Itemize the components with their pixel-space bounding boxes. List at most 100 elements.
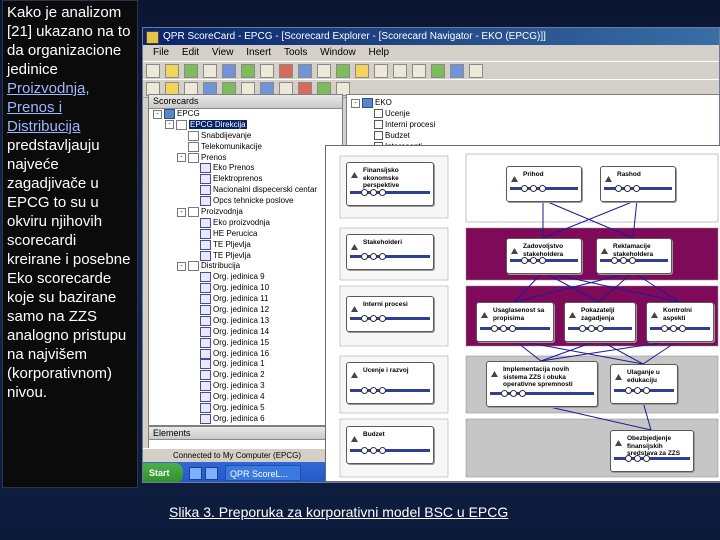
scorecard-node[interactable]: Org. jedinica 10	[149, 283, 342, 294]
scorecard-node[interactable]: Eko proizvodnja	[149, 217, 342, 229]
navigator-node[interactable]: Interni procesi	[347, 120, 719, 131]
strategy-node[interactable]: Stakeholderi	[346, 234, 434, 270]
node-type-icon	[614, 368, 623, 380]
strategy-node[interactable]: Obezbjedjenje finansijskih sredstava za …	[610, 430, 694, 472]
delete-icon[interactable]	[279, 64, 293, 78]
scorecard-node[interactable]: Telekomunikacije	[149, 141, 342, 153]
strategy-node[interactable]: Ucenje i razvoj	[346, 362, 434, 404]
indicator-light-icon	[361, 447, 368, 454]
scorecard-icon	[200, 294, 211, 305]
refresh-icon[interactable]	[355, 64, 369, 78]
scorecard-node[interactable]: - EPCG	[149, 109, 342, 120]
strategy-node[interactable]: Implementacija novih sistema ZZS i obuka…	[486, 361, 598, 407]
copy-icon[interactable]	[393, 64, 407, 78]
quicklaunch-icon[interactable]	[205, 467, 218, 480]
title-bar[interactable]: QPR ScoreCard - EPCG - [Scorecard Explor…	[143, 28, 719, 45]
navigator-icon[interactable]	[184, 64, 198, 78]
cut-icon[interactable]	[374, 64, 388, 78]
new-icon[interactable]	[146, 64, 160, 78]
scorecard-node[interactable]: TE Pljevlja	[149, 239, 342, 251]
strategy-node[interactable]: Ulaganje u edukaciju	[610, 364, 678, 404]
info-icon[interactable]	[450, 64, 464, 78]
strategy-node[interactable]: Zadovoljstvo stakeholdera	[506, 238, 582, 274]
strategy-node[interactable]: Prihod	[506, 166, 582, 202]
document-icon	[176, 119, 187, 130]
filter-icon[interactable]	[336, 64, 350, 78]
scorecard-node[interactable]: - Distribucija	[149, 261, 342, 272]
strategy-node[interactable]: Interni procesi	[346, 296, 434, 332]
scorecard-node[interactable]: Org. jedinica 16	[149, 348, 342, 360]
scorecard-node[interactable]: Org. jedinica 9	[149, 272, 342, 283]
indicator-light-icon	[611, 257, 618, 264]
scorecard-node[interactable]: Org. jedinica 4	[149, 392, 342, 403]
slide-text-highlight: Proizvodnja, Prenos i Distribucija	[7, 80, 90, 135]
scorecard-node[interactable]: Nacionalni dispecerski centar	[149, 185, 342, 196]
strategy-node[interactable]: Reklamacije stakeholdera	[596, 238, 672, 274]
navigator-node[interactable]: - EKO	[347, 98, 719, 109]
scorecard-node[interactable]: Org. jedinica 6	[149, 413, 342, 425]
scorecard-node-label: TE Pljevlja	[213, 239, 251, 249]
document-icon	[188, 152, 199, 163]
menu-window[interactable]: Window	[320, 45, 356, 61]
expand-collapse-icon[interactable]: -	[351, 98, 360, 108]
indicator-light-icon	[670, 325, 677, 332]
save-icon[interactable]	[203, 64, 217, 78]
strategy-node[interactable]: Budzet	[346, 426, 434, 464]
scorecard-node[interactable]: Elektroprenos	[149, 174, 342, 185]
scorecard-node[interactable]: Org. jedinica 12	[149, 305, 342, 316]
scorecard-node[interactable]: Org. jedinica 5	[149, 403, 342, 414]
expand-collapse-icon[interactable]: -	[177, 261, 186, 271]
strategy-node[interactable]: Pokazatelji zagadjenja	[564, 302, 636, 342]
menu-insert[interactable]: Insert	[246, 45, 271, 61]
strategy-node[interactable]: Rashod	[600, 166, 676, 202]
menu-tools[interactable]: Tools	[284, 45, 307, 61]
menu-edit[interactable]: Edit	[182, 45, 199, 61]
taskbar-app-button[interactable]: QPR ScoreL...	[225, 465, 301, 481]
expand-collapse-icon[interactable]: -	[177, 153, 186, 163]
tree-icon[interactable]	[241, 64, 255, 78]
menu-file[interactable]: File	[153, 45, 169, 61]
expand-collapse-icon[interactable]: -	[177, 207, 186, 217]
start-button[interactable]: Start	[143, 463, 183, 482]
link-icon[interactable]	[431, 64, 445, 78]
scorecard-node[interactable]: Org. jedinica 1	[149, 359, 342, 370]
node-type-icon	[568, 306, 577, 318]
navigator-node-label: Ucenje	[385, 108, 410, 118]
indicator-light-icon	[500, 325, 507, 332]
scorecard-node[interactable]: Org. jedinica 3	[149, 381, 342, 392]
scorecard-node[interactable]: - Prenos	[149, 152, 342, 164]
scorecard-node[interactable]: Org. jedinica 2	[149, 370, 342, 381]
navigator-node[interactable]: Ucenje	[347, 108, 719, 120]
scorecard-node[interactable]: Org. jedinica 13	[149, 315, 342, 327]
scorecard-node[interactable]: HE Perucica	[149, 228, 342, 240]
scorecard-icon	[200, 250, 211, 261]
hierarchy-icon[interactable]	[260, 64, 274, 78]
table-icon[interactable]	[317, 64, 331, 78]
scorecard-node[interactable]: Org. jedinica 14	[149, 326, 342, 338]
settings-icon[interactable]	[469, 64, 483, 78]
print-icon[interactable]	[222, 64, 236, 78]
chart-icon[interactable]	[298, 64, 312, 78]
menu-help[interactable]: Help	[369, 45, 390, 61]
scorecard-node[interactable]: Org. jedinica 15	[149, 337, 342, 349]
scorecard-node[interactable]: - EPCG Direkcija	[149, 119, 342, 131]
expand-collapse-icon[interactable]: -	[165, 120, 174, 130]
strategy-node[interactable]: Usaglasenost sa propisima	[476, 302, 554, 342]
paste-icon[interactable]	[412, 64, 426, 78]
scorecard-node[interactable]: - Proizvodnja	[149, 207, 342, 218]
scorecard-node[interactable]: Snabdijevanje	[149, 130, 342, 142]
scorecard-node[interactable]: Org. jedinica 11	[149, 294, 342, 305]
quicklaunch-icon[interactable]	[189, 467, 202, 480]
expand-collapse-icon[interactable]: -	[153, 109, 162, 119]
open-icon[interactable]	[165, 64, 179, 78]
strategy-node[interactable]: Finansijsko ekonomske perspektive	[346, 162, 434, 206]
document-icon	[188, 207, 199, 218]
scorecard-node[interactable]: Eko Prenos	[149, 163, 342, 174]
scorecard-node[interactable]: TE Pljevlja	[149, 250, 342, 262]
strategy-node[interactable]: Kontrolni aspekti	[646, 302, 714, 342]
scorecard-node-label: Org. jedinica 13	[213, 316, 270, 326]
scorecard-node-label: Snabdijevanje	[201, 130, 252, 140]
scorecard-node[interactable]: Opcs tehnicke poslove	[149, 196, 342, 207]
menu-view[interactable]: View	[212, 45, 234, 61]
navigator-node[interactable]: Budzet	[347, 131, 719, 142]
